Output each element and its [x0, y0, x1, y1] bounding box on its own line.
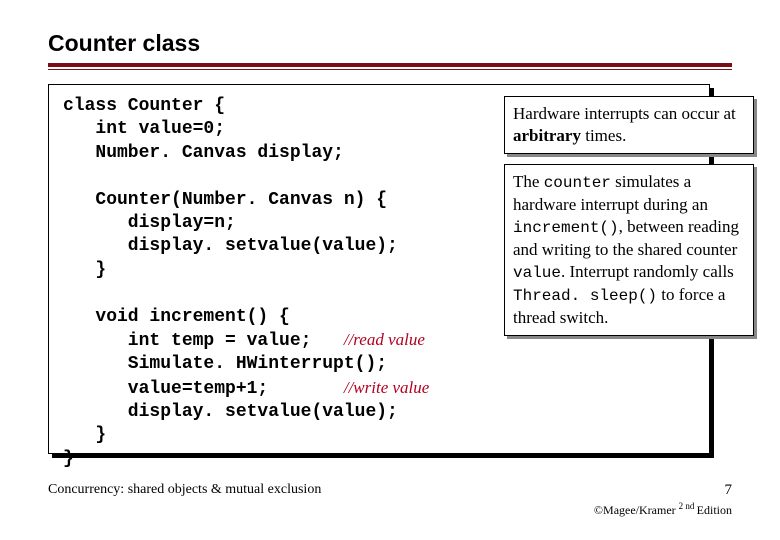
- credit-sup: 2 nd: [679, 501, 697, 511]
- callout-box-2: The counter simulates a hardware interru…: [504, 164, 754, 335]
- code-comment: //write value: [344, 378, 429, 397]
- callout-column: Hardware interrupts can occur at arbitra…: [504, 96, 754, 346]
- page-number: 7: [594, 482, 732, 499]
- title-rule-thin: [48, 69, 732, 70]
- callout-content-1: Hardware interrupts can occur at arbitra…: [504, 96, 754, 154]
- code-line: int temp = value;: [63, 331, 344, 351]
- code-line: void increment() {: [63, 307, 290, 327]
- code-line: Counter(Number. Canvas n) {: [63, 190, 387, 210]
- credit-text: ©Magee/Kramer: [594, 503, 679, 517]
- callout-mono: counter: [544, 174, 611, 192]
- slide-title: Counter class: [48, 30, 732, 57]
- code-comment: //read value: [344, 330, 425, 349]
- callout-text: times.: [581, 126, 626, 145]
- code-line: value=temp+1;: [63, 379, 344, 399]
- code-line: class Counter {: [63, 96, 225, 116]
- callout-mono: Thread. sleep(): [513, 287, 657, 305]
- code-line: display. setvalue(value);: [63, 402, 398, 422]
- footer: Concurrency: shared objects & mutual exc…: [48, 482, 732, 518]
- code-line: Simulate. HWinterrupt();: [63, 354, 387, 374]
- content-area: class Counter { int value=0; Number. Can…: [48, 84, 732, 462]
- code-line: int value=0;: [63, 119, 225, 139]
- code-line: }: [63, 449, 74, 469]
- code-line: }: [63, 425, 106, 445]
- title-rule-thick: [48, 63, 732, 67]
- title-block: Counter class: [48, 30, 732, 70]
- credit-text: Edition: [697, 503, 732, 517]
- code-line: display=n;: [63, 213, 236, 233]
- callout-mono: increment(): [513, 219, 619, 237]
- callout-bold: arbitrary: [513, 126, 581, 145]
- code-line: display. setvalue(value);: [63, 236, 398, 256]
- code-line: }: [63, 260, 106, 280]
- callout-content-2: The counter simulates a hardware interru…: [504, 164, 754, 335]
- callout-box-1: Hardware interrupts can occur at arbitra…: [504, 96, 754, 154]
- code-line: Number. Canvas display;: [63, 143, 344, 163]
- callout-mono: value: [513, 264, 561, 282]
- callout-text: . Interrupt randomly calls: [561, 262, 734, 281]
- footer-left: Concurrency: shared objects & mutual exc…: [48, 482, 321, 498]
- footer-credit: ©Magee/Kramer 2 nd Edition: [594, 501, 732, 518]
- callout-text: The: [513, 172, 544, 191]
- callout-text: Hardware interrupts can occur at: [513, 104, 736, 123]
- footer-right: 7 ©Magee/Kramer 2 nd Edition: [594, 482, 732, 518]
